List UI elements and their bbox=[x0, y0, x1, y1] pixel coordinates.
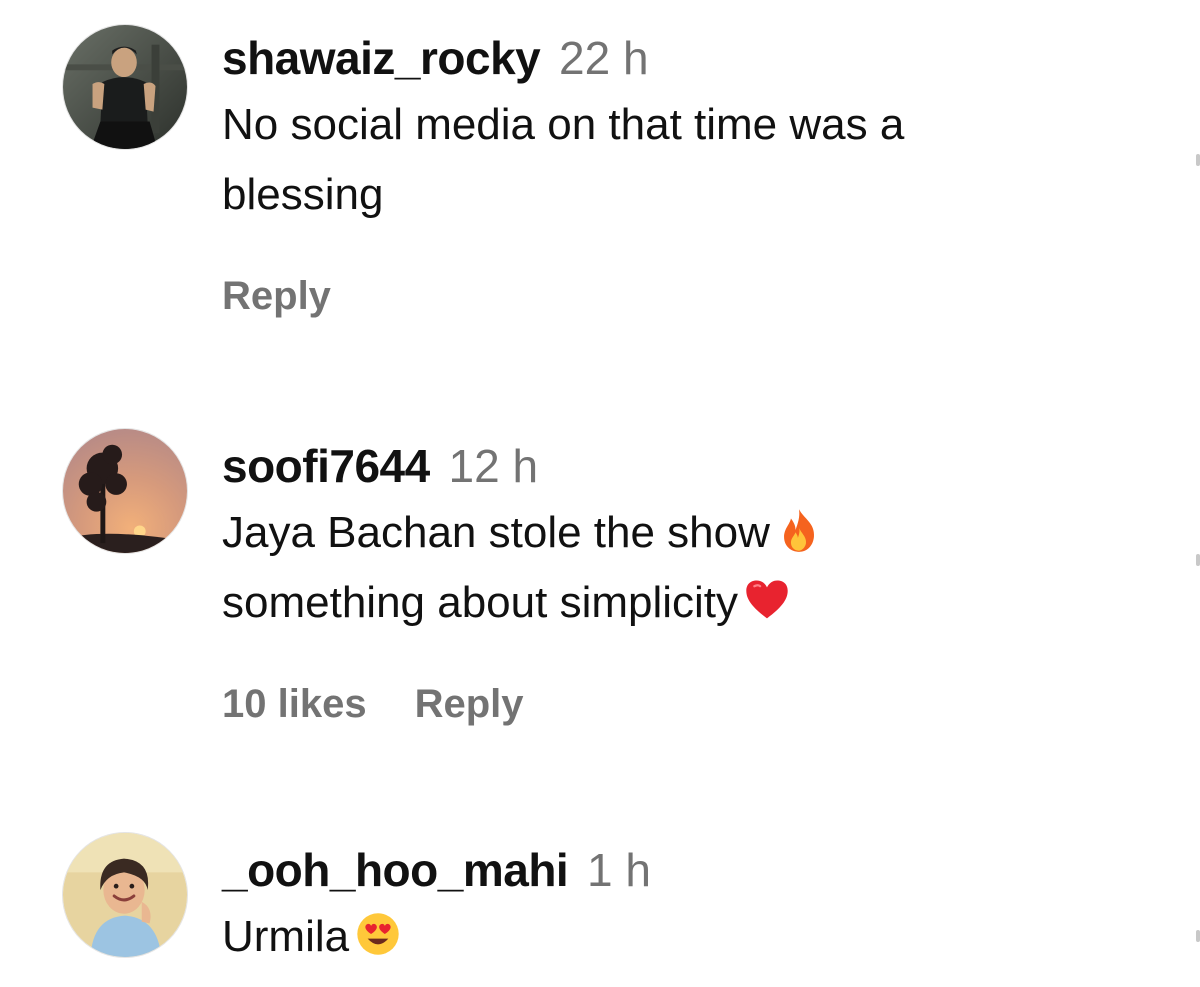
comment-actions: Reply bbox=[222, 274, 1172, 319]
timestamp[interactable]: 1 h bbox=[587, 844, 651, 896]
avatar[interactable] bbox=[62, 24, 188, 150]
scrollbar[interactable] bbox=[1196, 554, 1200, 566]
red-heart-emoji-icon bbox=[744, 577, 790, 623]
comment-text: Jaya Bachan stole the show something abo… bbox=[222, 498, 1172, 638]
reply-button[interactable]: Reply bbox=[415, 682, 524, 726]
avatar[interactable] bbox=[62, 428, 188, 554]
scrollbar[interactable] bbox=[1196, 154, 1200, 166]
username[interactable]: shawaiz_rocky bbox=[222, 32, 541, 84]
gym-man-avatar-icon bbox=[63, 25, 187, 149]
heart-eyes-emoji-icon bbox=[355, 911, 401, 957]
comment-list: shawaiz_rocky 22 h No social media on th… bbox=[0, 0, 1200, 987]
scrollbar[interactable] bbox=[1196, 930, 1200, 942]
comment-header: shawaiz_rocky 22 h bbox=[222, 30, 1172, 86]
fire-emoji-icon bbox=[776, 507, 822, 553]
avatar[interactable] bbox=[62, 832, 188, 958]
sunset-tree-avatar-icon bbox=[63, 429, 187, 553]
comment-header: soofi7644 12 h bbox=[222, 438, 1172, 494]
comment-text: No social media on that time was a bless… bbox=[222, 90, 1172, 230]
comment-header: _ooh_hoo_mahi 1 h bbox=[222, 842, 1172, 898]
comment-line: Jaya Bachan stole the show bbox=[222, 508, 770, 557]
timestamp[interactable]: 22 h bbox=[559, 32, 649, 84]
comment-line: No social media on that time was a bbox=[222, 100, 905, 149]
likes-count[interactable]: 10 likes bbox=[222, 682, 367, 726]
username[interactable]: _ooh_hoo_mahi bbox=[222, 844, 569, 896]
username[interactable]: soofi7644 bbox=[222, 440, 430, 492]
comment-body: _ooh_hoo_mahi 1 h Urmila bbox=[222, 842, 1172, 972]
comment-body: soofi7644 12 h Jaya Bachan stole the sho… bbox=[222, 438, 1172, 727]
comment-actions: 10 likes Reply bbox=[222, 682, 1172, 727]
comment-line: Urmila bbox=[222, 912, 350, 961]
smiling-woman-avatar-icon bbox=[63, 833, 187, 957]
comment-line: something about simplicity bbox=[222, 578, 739, 627]
reply-button[interactable]: Reply bbox=[222, 274, 331, 318]
comment-text: Urmila bbox=[222, 902, 1172, 972]
comment-body: shawaiz_rocky 22 h No social media on th… bbox=[222, 30, 1172, 319]
comment-line: blessing bbox=[222, 170, 384, 219]
timestamp[interactable]: 12 h bbox=[449, 440, 539, 492]
